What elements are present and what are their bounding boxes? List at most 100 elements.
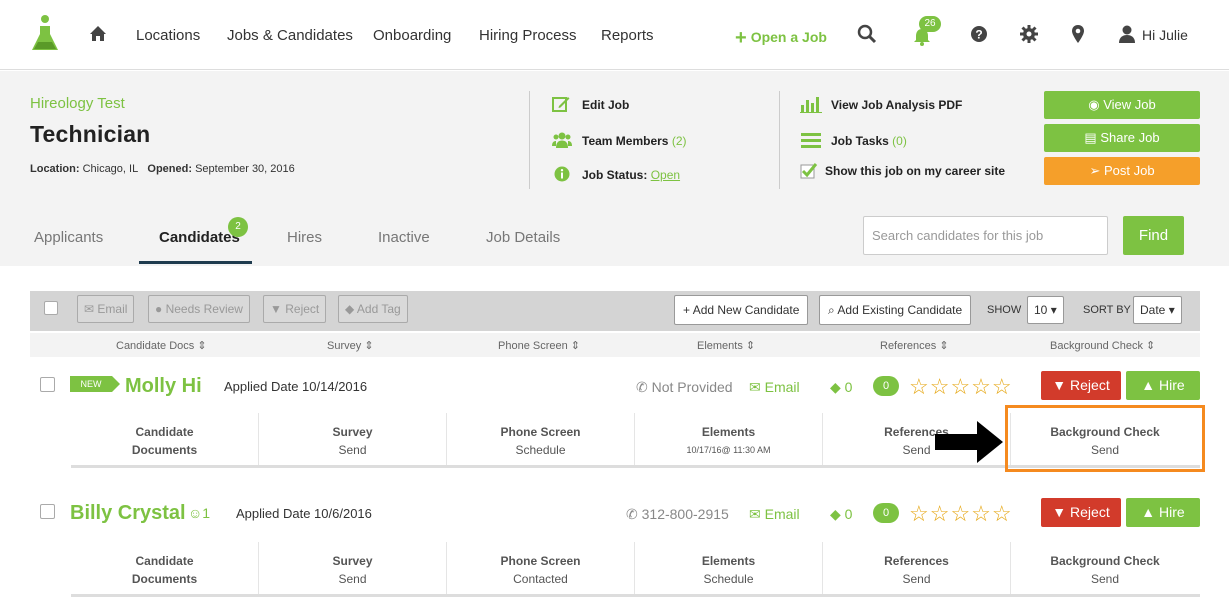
map-pin-icon[interactable] (1068, 24, 1088, 44)
hire-button[interactable]: ▲ Hire (1126, 498, 1200, 527)
opened-value: September 30, 2016 (195, 163, 295, 175)
step-label: Phone Screen (500, 425, 581, 439)
user-icon[interactable] (1117, 24, 1137, 44)
tab-job-details[interactable]: Job Details (486, 229, 560, 246)
nav-hiring-process[interactable]: Hiring Process (479, 27, 577, 44)
candidate-name[interactable]: Billy Crystal (70, 502, 186, 525)
candidate-name[interactable]: Molly Hi (125, 375, 202, 398)
col-phone-screen[interactable]: Phone Screen ⇕ (498, 339, 580, 352)
bulk-reject-button[interactable]: ▼ Reject (263, 295, 327, 323)
step-phone-screen[interactable]: Phone Screen Schedule (447, 413, 635, 465)
envelope-icon: ✉ (749, 506, 761, 522)
bulk-email-button[interactable]: ✉ Email (77, 295, 135, 323)
col-candidate-docs[interactable]: Candidate Docs ⇕ (116, 339, 207, 352)
share-job-button[interactable]: ▤ Share Job (1044, 124, 1200, 152)
tags-icon: ◆ (830, 506, 841, 522)
gear-icon[interactable] (1019, 24, 1039, 44)
step-background-check[interactable]: Background Check Send (1011, 542, 1199, 594)
comments-bubble[interactable]: 0 (873, 503, 899, 523)
sort-icon: ⇕ (1146, 340, 1156, 352)
step-references[interactable]: References Send (823, 542, 1011, 594)
nav-locations[interactable]: Locations (136, 27, 200, 44)
help-icon[interactable]: ? (969, 24, 989, 44)
home-icon[interactable] (89, 25, 107, 43)
add-tag-button[interactable]: ◆ Add Tag (338, 295, 408, 323)
candidate-checkbox[interactable] (40, 504, 55, 519)
search-icon[interactable] (857, 24, 877, 44)
sort-by-select[interactable]: Date ▾ (1133, 296, 1182, 324)
col-background-check-label: Background Check (1050, 340, 1143, 352)
edit-job-link[interactable]: Edit Job (582, 98, 629, 112)
col-survey[interactable]: Survey ⇕ (327, 339, 374, 352)
step-survey[interactable]: Survey Send (259, 542, 447, 594)
job-status: Job Status: Open (582, 168, 680, 182)
tab-candidates[interactable]: Candidates (159, 229, 240, 246)
step-value: Send (902, 572, 931, 586)
step-value: Schedule (515, 443, 566, 457)
plus-icon: + (683, 303, 691, 317)
envelope-icon: ✉ (84, 302, 95, 316)
candidate-email-link[interactable]: ✉ Email (749, 506, 800, 523)
phone-icon: ✆ (626, 506, 638, 522)
tags-count: 0 (844, 379, 853, 395)
show-count-select[interactable]: 10 ▾ (1027, 296, 1064, 324)
opened-label: Opened: (147, 163, 193, 175)
candidate-email-link[interactable]: ✉ Email (749, 379, 800, 396)
team-members-link[interactable]: Team Members (2) (582, 134, 687, 148)
company-name[interactable]: Hireology Test (30, 95, 125, 112)
step-phone-screen[interactable]: Phone Screen Contacted (447, 542, 635, 594)
sort-icon: ⇕ (364, 340, 374, 352)
tab-applicants[interactable]: Applicants (34, 229, 103, 246)
tab-hires[interactable]: Hires (287, 229, 322, 246)
candidate-search-input[interactable] (863, 216, 1108, 255)
find-button[interactable]: Find (1123, 216, 1184, 255)
add-existing-candidate-button[interactable]: ⌕ Add Existing Candidate (819, 295, 972, 325)
select-all-checkbox[interactable] (44, 301, 58, 315)
post-job-button[interactable]: ➢ Post Job (1044, 157, 1200, 185)
job-status-value-link[interactable]: Open (651, 168, 680, 182)
tab-inactive[interactable]: Inactive (378, 229, 430, 246)
rating-stars[interactable]: ☆☆☆☆☆ (909, 501, 1013, 527)
nav-reports[interactable]: Reports (601, 27, 654, 44)
reject-button[interactable]: ▼ Reject (1041, 371, 1121, 400)
show-count-value: 10 (1034, 303, 1048, 317)
callout-highlight-box (1005, 405, 1205, 472)
col-background-check[interactable]: Background Check ⇕ (1050, 339, 1155, 352)
candidate-checkbox[interactable] (40, 377, 55, 392)
view-job-button[interactable]: ◉ View Job (1044, 91, 1200, 119)
step-candidate-documents[interactable]: Candidate Documents (71, 542, 259, 594)
job-tasks-link[interactable]: Job Tasks (0) (831, 134, 907, 148)
candidate-tags[interactable]: ◆ 0 (830, 379, 852, 396)
step-survey[interactable]: Survey Send (259, 413, 447, 465)
reject-button[interactable]: ▼ Reject (1041, 498, 1121, 527)
nav-onboarding[interactable]: Onboarding (373, 27, 451, 44)
step-candidate-documents[interactable]: Candidate Documents (71, 413, 259, 465)
hireology-logo-icon[interactable] (30, 14, 60, 54)
col-references[interactable]: References ⇕ (880, 339, 949, 352)
col-elements[interactable]: Elements ⇕ (697, 339, 755, 352)
job-meta: Location: Chicago, IL Opened: September … (30, 163, 295, 175)
column-headers: Candidate Docs ⇕ Survey ⇕ Phone Screen ⇕… (30, 333, 1200, 357)
job-header: Hireology Test Technician Location: Chic… (0, 71, 1229, 266)
needs-review-button[interactable]: ● Needs Review (148, 295, 250, 323)
checkbox-checked-icon[interactable] (800, 162, 818, 180)
phone-value: 312-800-2915 (641, 506, 729, 522)
step-value: 10/17/16@ 11:30 AM (686, 445, 771, 455)
caret-down-icon: ▾ (1050, 303, 1057, 317)
edit-icon (552, 97, 570, 112)
sort-icon: ⇕ (197, 340, 207, 352)
user-greeting[interactable]: Hi Julie (1142, 27, 1188, 43)
nav-jobs-candidates[interactable]: Jobs & Candidates (227, 27, 353, 44)
open-job-button[interactable]: + Open a Job (735, 27, 827, 50)
step-elements[interactable]: Elements Schedule (635, 542, 823, 594)
candidate-tags[interactable]: ◆ 0 (830, 506, 852, 523)
hire-button[interactable]: ▲ Hire (1126, 371, 1200, 400)
step-elements[interactable]: Elements 10/17/16@ 11:30 AM (635, 413, 823, 465)
arrow-circle-icon: ➢ (1089, 163, 1101, 178)
phone-icon: ✆ (636, 379, 648, 395)
add-new-candidate-button[interactable]: + Add New Candidate (674, 295, 809, 325)
applied-date: Applied Date 10/14/2016 (224, 379, 368, 394)
comments-bubble[interactable]: 0 (873, 376, 899, 396)
rating-stars[interactable]: ☆☆☆☆☆ (909, 374, 1013, 400)
view-job-analysis-pdf-link[interactable]: View Job Analysis PDF (831, 98, 962, 112)
